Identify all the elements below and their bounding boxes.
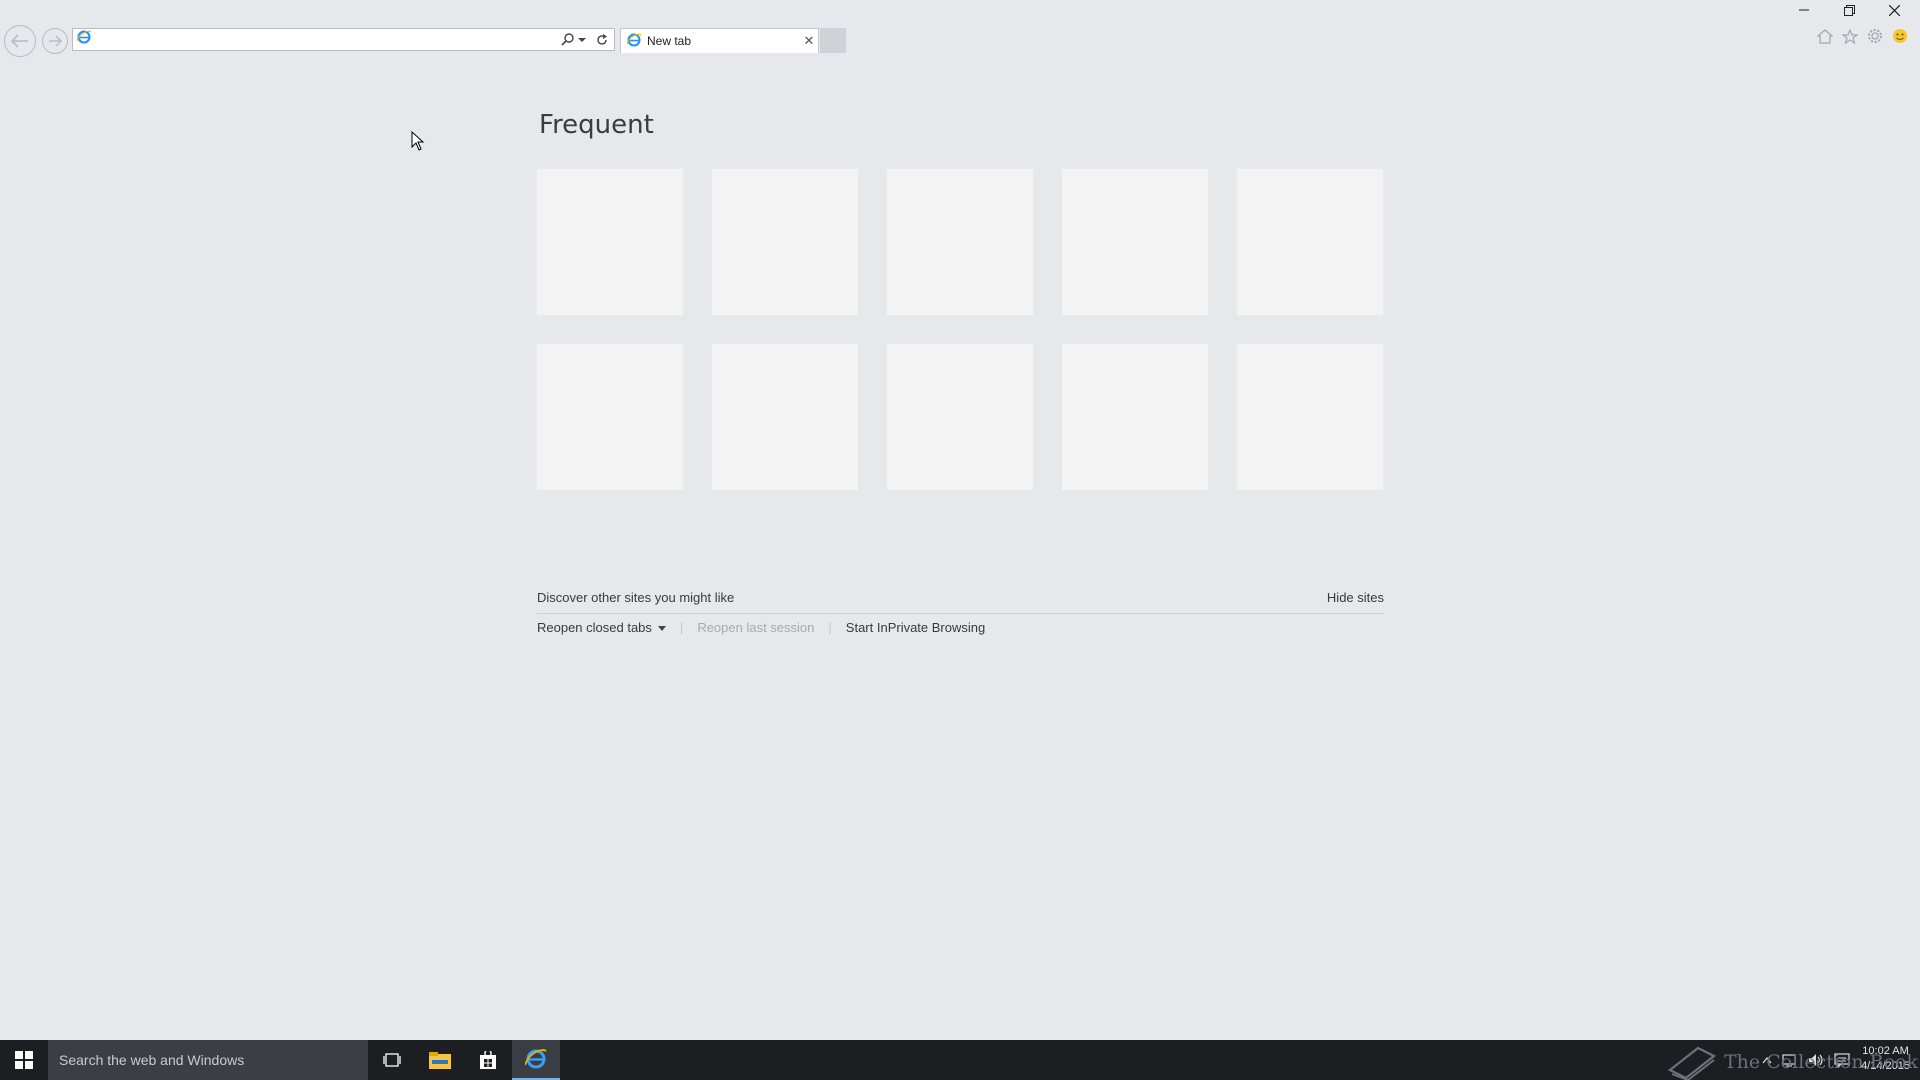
- forward-arrow-icon: [49, 35, 62, 47]
- dropdown-icon[interactable]: [578, 37, 586, 43]
- frequent-tile[interactable]: [886, 168, 1034, 316]
- discover-row: Discover other sites you might like Hide…: [537, 590, 1384, 614]
- frequent-tile[interactable]: [1236, 168, 1384, 316]
- divider: |: [828, 620, 832, 635]
- gear-icon[interactable]: [1867, 28, 1883, 44]
- store-icon[interactable]: [464, 1040, 512, 1080]
- minimize-icon: [1799, 9, 1809, 11]
- home-icon[interactable]: [1817, 28, 1833, 44]
- browser-window: New tab ✕ Frequent Discover other sites …: [0, 0, 1920, 1040]
- mouse-cursor-icon: [411, 130, 425, 156]
- refresh-icon[interactable]: [596, 33, 608, 46]
- hide-sites-link[interactable]: Hide sites: [1327, 590, 1384, 605]
- restore-button[interactable]: [1826, 0, 1872, 20]
- address-input[interactable]: [91, 29, 561, 50]
- frequent-tile[interactable]: [536, 343, 684, 491]
- favorites-star-icon[interactable]: [1842, 28, 1858, 44]
- close-icon: [1888, 4, 1900, 16]
- frequent-tile[interactable]: [1236, 343, 1384, 491]
- file-explorer-icon[interactable]: [416, 1040, 464, 1080]
- start-inprivate-link[interactable]: Start InPrivate Browsing: [846, 620, 985, 635]
- forward-button[interactable]: [42, 28, 68, 54]
- tab-close-icon[interactable]: ✕: [800, 33, 818, 49]
- frequent-tile[interactable]: [536, 168, 684, 316]
- search-icon[interactable]: [561, 33, 574, 46]
- frequent-tile[interactable]: [1061, 343, 1209, 491]
- ie-page-icon: [76, 30, 92, 49]
- chevron-down-icon: [657, 626, 666, 632]
- taskbar-search-placeholder: Search the web and Windows: [59, 1052, 245, 1068]
- frequent-tile[interactable]: [711, 343, 859, 491]
- windows-logo-icon: [15, 1051, 33, 1069]
- watermark-logo: The Collection Book: [1668, 1044, 1918, 1080]
- smiley-feedback-icon[interactable]: [1892, 28, 1908, 44]
- start-button[interactable]: [0, 1040, 48, 1080]
- book-logo-icon: [1668, 1046, 1716, 1080]
- reopen-last-session-link: Reopen last session: [697, 620, 815, 635]
- frequent-tile[interactable]: [711, 168, 859, 316]
- address-bar[interactable]: [72, 28, 615, 51]
- task-view-icon[interactable]: [368, 1040, 416, 1080]
- page-title: Frequent: [539, 110, 654, 140]
- frequent-tile[interactable]: [886, 343, 1034, 491]
- new-tab-button[interactable]: [820, 28, 846, 53]
- reopen-closed-tabs-link[interactable]: Reopen closed tabs: [537, 620, 666, 635]
- internet-explorer-icon[interactable]: [512, 1040, 560, 1080]
- discover-link[interactable]: Discover other sites you might like: [537, 590, 734, 605]
- ie-tab-icon: [626, 33, 642, 50]
- minimize-button[interactable]: [1781, 0, 1827, 20]
- bottom-links: Reopen closed tabs | Reopen last session…: [537, 620, 985, 635]
- reopen-closed-tabs-label: Reopen closed tabs: [537, 620, 652, 635]
- back-arrow-icon: [11, 34, 28, 48]
- watermark-text: The Collection Book: [1724, 1051, 1918, 1073]
- restore-icon: [1843, 4, 1855, 16]
- tab-label: New tab: [647, 34, 692, 48]
- frequent-tile[interactable]: [1061, 168, 1209, 316]
- taskbar-search-box[interactable]: Search the web and Windows: [48, 1040, 368, 1080]
- divider: |: [679, 620, 684, 635]
- tab-new-tab[interactable]: New tab ✕: [620, 28, 819, 53]
- close-window-button[interactable]: [1871, 0, 1917, 20]
- taskbar: Search the web and Windows 10:02 AM 4/14…: [0, 1040, 1920, 1080]
- back-button[interactable]: [4, 25, 36, 57]
